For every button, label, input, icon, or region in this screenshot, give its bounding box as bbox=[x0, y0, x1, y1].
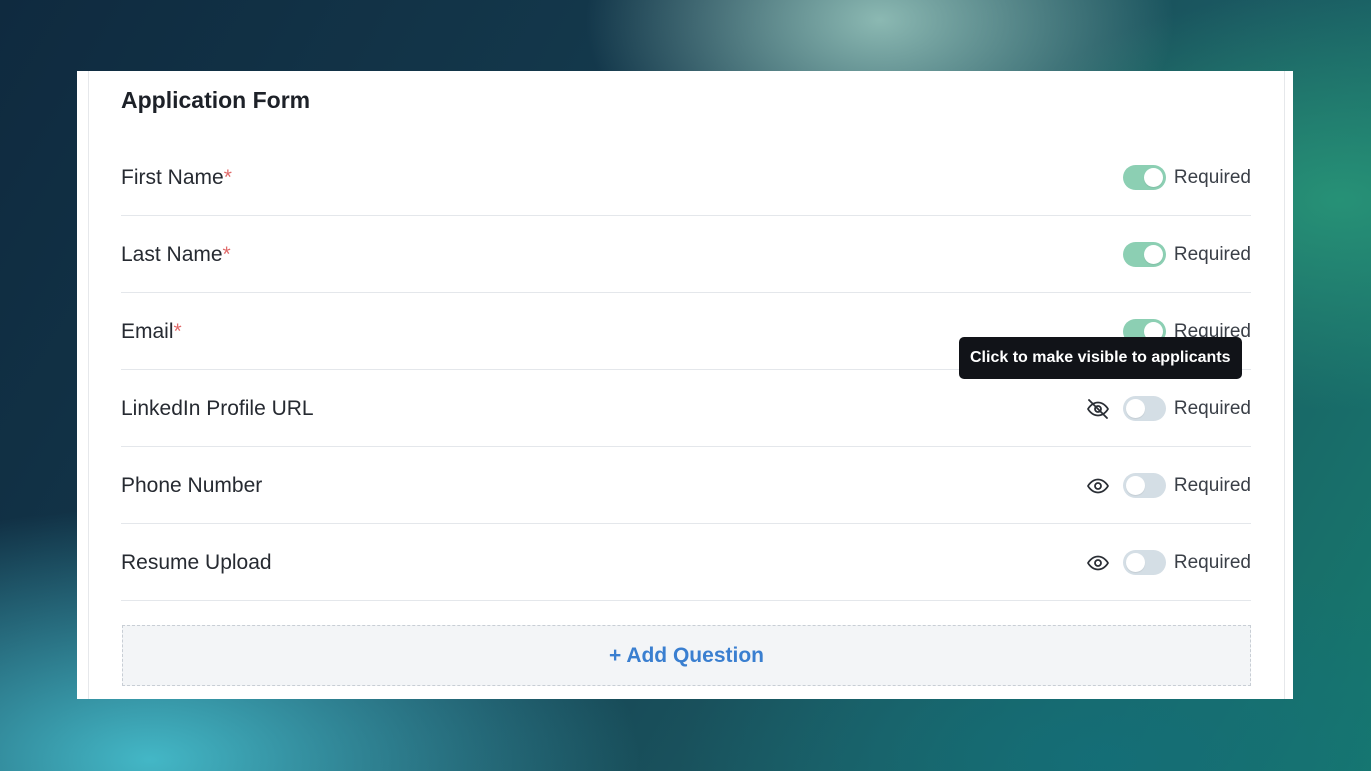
required-toggle[interactable] bbox=[1122, 396, 1166, 421]
eye-icon[interactable] bbox=[1085, 550, 1111, 576]
toggle-knob bbox=[1143, 168, 1163, 187]
field-row-first-name: First Name* Required bbox=[121, 139, 1251, 216]
field-label: Email* bbox=[121, 320, 182, 343]
visibility-tooltip: Click to make visible to applicants bbox=[959, 337, 1242, 379]
field-controls: Required bbox=[1122, 139, 1251, 216]
required-asterisk: * bbox=[223, 166, 232, 189]
field-label: Phone Number bbox=[121, 474, 263, 497]
required-toggle[interactable] bbox=[1122, 242, 1166, 267]
toggle-knob bbox=[1125, 399, 1145, 418]
toggle-knob bbox=[1125, 476, 1145, 495]
field-controls: Required bbox=[1085, 524, 1251, 601]
field-label: Last Name* bbox=[121, 243, 231, 266]
required-toggle[interactable] bbox=[1122, 550, 1166, 575]
required-label: Required bbox=[1173, 397, 1251, 419]
required-label: Required bbox=[1173, 551, 1251, 573]
required-asterisk: * bbox=[222, 243, 231, 266]
required-toggle[interactable] bbox=[1122, 165, 1166, 190]
field-controls: Required bbox=[1085, 370, 1251, 447]
required-label: Required bbox=[1173, 166, 1251, 188]
field-label: LinkedIn Profile URL bbox=[121, 397, 314, 420]
field-label: Resume Upload bbox=[121, 551, 272, 574]
field-controls: Required bbox=[1085, 447, 1251, 524]
field-row-resume: Resume Upload Required bbox=[121, 524, 1251, 601]
field-row-linkedin: LinkedIn Profile URL Required bbox=[121, 370, 1251, 447]
eye-icon[interactable] bbox=[1085, 473, 1111, 499]
required-asterisk: * bbox=[173, 320, 182, 343]
toggle-knob bbox=[1125, 553, 1145, 572]
eye-off-icon[interactable] bbox=[1085, 396, 1111, 422]
form-title: Application Form bbox=[121, 87, 311, 113]
field-controls: Required bbox=[1122, 216, 1251, 293]
required-label: Required bbox=[1173, 474, 1251, 496]
field-label: First Name* bbox=[121, 166, 232, 189]
add-question-button[interactable]: + Add Question bbox=[122, 625, 1251, 686]
required-toggle[interactable] bbox=[1122, 473, 1166, 498]
field-row-phone: Phone Number Required bbox=[121, 447, 1251, 524]
toggle-knob bbox=[1143, 245, 1163, 264]
field-row-last-name: Last Name* Required bbox=[121, 216, 1251, 293]
required-label: Required bbox=[1173, 243, 1251, 265]
application-form-card: Application Form First Name* Required La… bbox=[77, 71, 1293, 699]
